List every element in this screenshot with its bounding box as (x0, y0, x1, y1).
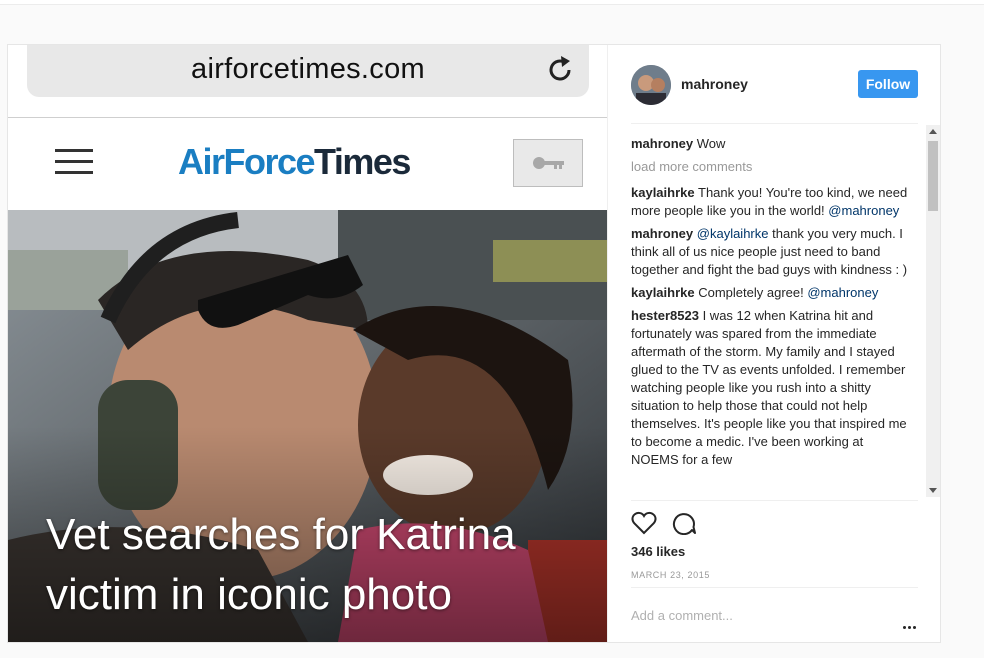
scroll-up-arrow-icon[interactable] (929, 129, 937, 134)
avatar-image (631, 65, 671, 105)
header-divider (631, 123, 918, 124)
likes-count[interactable]: 346 likes (631, 544, 685, 559)
post-sidebar: mahroney Follow mahroney Wow load more c… (607, 45, 940, 642)
hamburger-menu-icon (55, 149, 93, 175)
more-options-icon[interactable] (903, 616, 918, 634)
comment: hester8523 I was 12 when Katrina hit and… (631, 307, 909, 469)
scroll-thumb[interactable] (928, 141, 938, 211)
load-more-comments-link[interactable]: load more comments (631, 158, 909, 176)
divider (8, 117, 607, 118)
comment-mention[interactable]: @mahroney (807, 285, 878, 300)
reload-icon (549, 56, 571, 81)
logo-part-airforce: AirForce (178, 141, 316, 182)
comment: kaylaihrke Thank you! You're too kind, w… (631, 184, 909, 220)
comment-username[interactable]: mahroney (631, 226, 693, 241)
headline-line-1: Vet searches for Katrina (46, 510, 516, 559)
site-logo: AirForceTimes (178, 141, 411, 183)
comment: mahroney @kaylaihrke thank you very much… (631, 225, 909, 279)
headline: Vet searches for Katrina victim in iconi… (46, 505, 586, 625)
key-icon (533, 157, 564, 169)
comment-username[interactable]: kaylaihrke (631, 185, 695, 200)
key-button (513, 139, 583, 187)
url-bar: airforcetimes.com (27, 45, 589, 97)
comment-mention[interactable]: @mahroney (828, 203, 899, 218)
post-image[interactable]: airforcetimes.com AirForceTimes Vet sear… (8, 45, 607, 642)
comment-username[interactable]: mahroney (631, 136, 693, 151)
comments-scrollbar[interactable] (926, 125, 940, 497)
comment: kaylaihrke Completely agree! @mahroney (631, 284, 909, 302)
comment-text: Wow (696, 136, 726, 151)
heart-icon[interactable] (631, 511, 657, 535)
headline-line-2: victim in iconic photo (46, 570, 452, 619)
follow-button[interactable]: Follow (858, 70, 918, 98)
comment-icon[interactable] (671, 511, 697, 535)
logo-part-times: Times (314, 141, 411, 182)
comment: mahroney Wow (631, 135, 909, 153)
comment-list[interactable]: mahroney Wow load more comments kaylaihr… (631, 135, 909, 500)
post-date: MARCH 23, 2015 (631, 570, 710, 580)
comment-text: I was 12 when Katrina hit and fortunatel… (631, 308, 907, 467)
post-card: airforcetimes.com AirForceTimes Vet sear… (7, 44, 941, 643)
comment-username[interactable]: kaylaihrke (631, 285, 695, 300)
scroll-down-arrow-icon[interactable] (929, 488, 937, 493)
comment-text: Completely agree! (698, 285, 804, 300)
comment-username[interactable]: hester8523 (631, 308, 699, 323)
add-comment-input[interactable]: Add a comment... (631, 608, 733, 623)
comment-divider (631, 587, 918, 588)
avatar[interactable] (631, 65, 671, 105)
comment-mention[interactable]: @kaylaihrke (697, 226, 769, 241)
post-username[interactable]: mahroney (681, 76, 748, 92)
top-bar (0, 0, 984, 5)
url-text: airforcetimes.com (191, 53, 425, 85)
actions-divider (631, 500, 918, 501)
